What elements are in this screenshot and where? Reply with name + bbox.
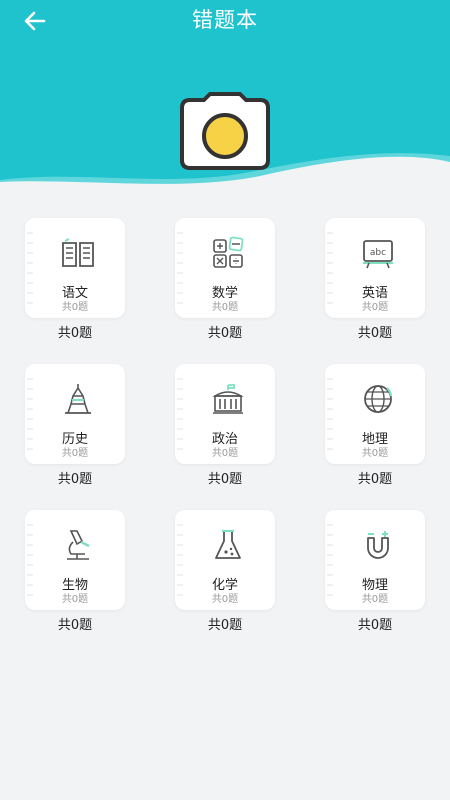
subject-question-count: 共0题 <box>207 472 243 487</box>
subject-card-politics[interactable]: 政治 共0题 <box>175 364 275 464</box>
subject-card-chinese[interactable]: 语文 共0题 <box>25 218 125 318</box>
subject-card-count: 共0题 <box>61 448 89 459</box>
building-icon <box>212 384 244 414</box>
subject-card-chemistry[interactable]: 化学 共0题 <box>175 510 275 610</box>
subject-card-count: 共0题 <box>211 448 239 459</box>
subject-item-math: 数学 共0题 共0题 <box>175 218 275 341</box>
header: 错题本 <box>0 0 450 200</box>
subject-item-biology: 生物 共0题 共0题 <box>25 510 125 633</box>
subject-question-count: 共0题 <box>207 326 243 341</box>
subject-item-english: abc 英语 共0题 共0题 <box>325 218 425 341</box>
subject-card-count: 共0题 <box>211 594 239 605</box>
subject-question-count: 共0题 <box>207 618 243 633</box>
subject-card-math[interactable]: 数学 共0题 <box>175 218 275 318</box>
globe-icon <box>364 385 393 413</box>
subject-question-count: 共0题 <box>357 618 393 633</box>
subject-item-chinese: 语文 共0题 共0题 <box>25 218 125 341</box>
subject-question-count: 共0题 <box>357 472 393 487</box>
subject-item-history: 历史 共0题 共0题 <box>25 364 125 487</box>
magnet-icon <box>367 531 389 559</box>
subject-item-politics: 政治 共0题 共0题 <box>175 364 275 487</box>
camera-icon <box>180 92 270 170</box>
subject-card-count: 共0题 <box>61 302 89 313</box>
subject-card-geography[interactable]: 地理 共0题 <box>325 364 425 464</box>
subject-card-english[interactable]: abc 英语 共0题 <box>325 218 425 318</box>
microscope-icon <box>67 530 90 560</box>
subject-card-physics[interactable]: 物理 共0题 <box>325 510 425 610</box>
subject-question-count: 共0题 <box>57 472 93 487</box>
subject-card-biology[interactable]: 生物 共0题 <box>25 510 125 610</box>
subject-item-physics: 物理 共0题 共0题 <box>325 510 425 633</box>
subject-card-count: 共0题 <box>361 594 389 605</box>
subject-question-count: 共0题 <box>57 618 93 633</box>
subject-item-chemistry: 化学 共0题 共0题 <box>175 510 275 633</box>
subject-card-count: 共0题 <box>61 594 89 605</box>
tower-icon <box>65 384 91 414</box>
abc-board-icon: abc <box>363 240 393 269</box>
subject-item-geography: 地理 共0题 共0题 <box>325 364 425 487</box>
subject-card-history[interactable]: 历史 共0题 <box>25 364 125 464</box>
flask-icon <box>215 529 241 559</box>
subject-question-count: 共0题 <box>57 326 93 341</box>
subject-card-count: 共0题 <box>211 302 239 313</box>
subject-card-count: 共0题 <box>361 302 389 313</box>
subject-card-count: 共0题 <box>361 448 389 459</box>
camera-button[interactable] <box>180 92 270 170</box>
page-title: 错题本 <box>192 8 258 32</box>
calculator-icon <box>213 236 244 268</box>
svg-text:abc: abc <box>370 248 386 258</box>
subject-question-count: 共0题 <box>357 326 393 341</box>
book-icon <box>62 238 94 267</box>
